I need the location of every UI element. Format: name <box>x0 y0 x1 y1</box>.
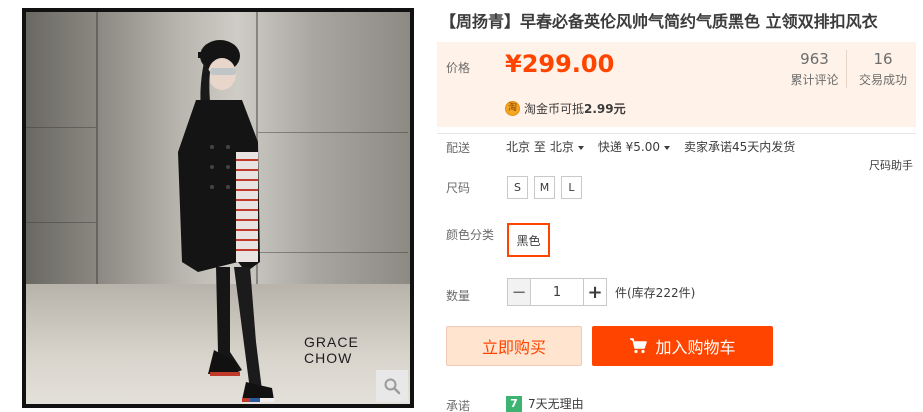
coin-value: 2.99元 <box>584 102 626 116</box>
quantity-plus-button[interactable]: + <box>583 278 607 306</box>
quantity-label: 数量 <box>446 289 471 303</box>
chevron-down-icon <box>577 145 584 150</box>
service-text: 7天无理由 <box>528 397 584 411</box>
size-label: 尺码 <box>446 181 471 195</box>
price-amount: 299.00 <box>521 50 615 78</box>
product-title: 【周扬青】早春必备英伦风帅气简约气质黑色 立领双排扣风衣 <box>440 12 878 31</box>
quantity-stepper: − 1 + 件(库存222件) <box>507 278 695 306</box>
ship-to-select[interactable]: 北京 <box>550 138 594 155</box>
size-option-m[interactable]: M <box>534 176 555 199</box>
model-figure <box>178 40 274 402</box>
service-label: 承诺 <box>446 399 471 412</box>
ship-promise: 卖家承诺45天内发货 <box>684 140 796 154</box>
section-divider <box>437 133 916 134</box>
size-options: S M L <box>507 176 582 199</box>
image-brand-caption: GRACE CHOW <box>304 334 359 366</box>
deals-stat: 16 交易成功 <box>855 50 911 88</box>
price-panel: 价格 ¥299.00 963 累计评论 16 交易成功 淘 淘金币可抵2.99元 <box>437 42 916 127</box>
price-value: ¥299.00 <box>505 50 614 78</box>
ship-method-select[interactable]: 快递 ¥5.00 <box>598 138 680 155</box>
ship-from: 北京 至 <box>506 140 546 154</box>
shipping-label: 配送 <box>446 141 471 155</box>
product-image-frame: GRACE CHOW <box>22 8 414 408</box>
magnifier-icon <box>384 378 401 395</box>
zoom-button[interactable] <box>376 370 408 402</box>
taobao-coin-icon: 淘 <box>505 101 520 116</box>
cart-icon <box>630 338 648 354</box>
reviews-count: 963 <box>800 50 829 68</box>
shipping-row: 北京 至 北京 快递 ¥5.00 卖家承诺45天内发货 <box>506 138 795 155</box>
deals-label: 交易成功 <box>858 73 907 87</box>
service-promise[interactable]: 7 7天无理由 <box>506 395 584 412</box>
size-option-s[interactable]: S <box>507 176 528 199</box>
reviews-label: 累计评论 <box>790 73 839 87</box>
coin-text: 淘金币可抵2.99元 <box>524 102 626 116</box>
stock-text: 件(库存222件) <box>615 285 696 300</box>
chevron-down-icon <box>664 145 671 150</box>
add-to-cart-label: 加入购物车 <box>655 338 736 357</box>
size-helper-link[interactable]: 尺码助手 <box>869 157 913 173</box>
seven-day-return-icon: 7 <box>506 395 522 412</box>
buy-now-button[interactable]: 立即购买 <box>446 326 582 366</box>
quantity-input[interactable]: 1 <box>531 278 583 306</box>
currency-symbol: ¥ <box>505 50 522 78</box>
price-label: 价格 <box>446 61 471 75</box>
coin-discount: 淘 淘金币可抵2.99元 <box>505 100 626 117</box>
add-to-cart-button[interactable]: 加入购物车 <box>592 326 773 366</box>
product-image[interactable]: GRACE CHOW <box>26 12 410 404</box>
reviews-stat[interactable]: 963 累计评论 <box>787 50 847 88</box>
color-label: 颜色分类 <box>446 228 495 242</box>
size-option-l[interactable]: L <box>561 176 582 199</box>
quantity-minus-button[interactable]: − <box>507 278 531 306</box>
color-option-black[interactable]: 黑色 <box>507 223 550 257</box>
deals-count: 16 <box>873 50 893 68</box>
